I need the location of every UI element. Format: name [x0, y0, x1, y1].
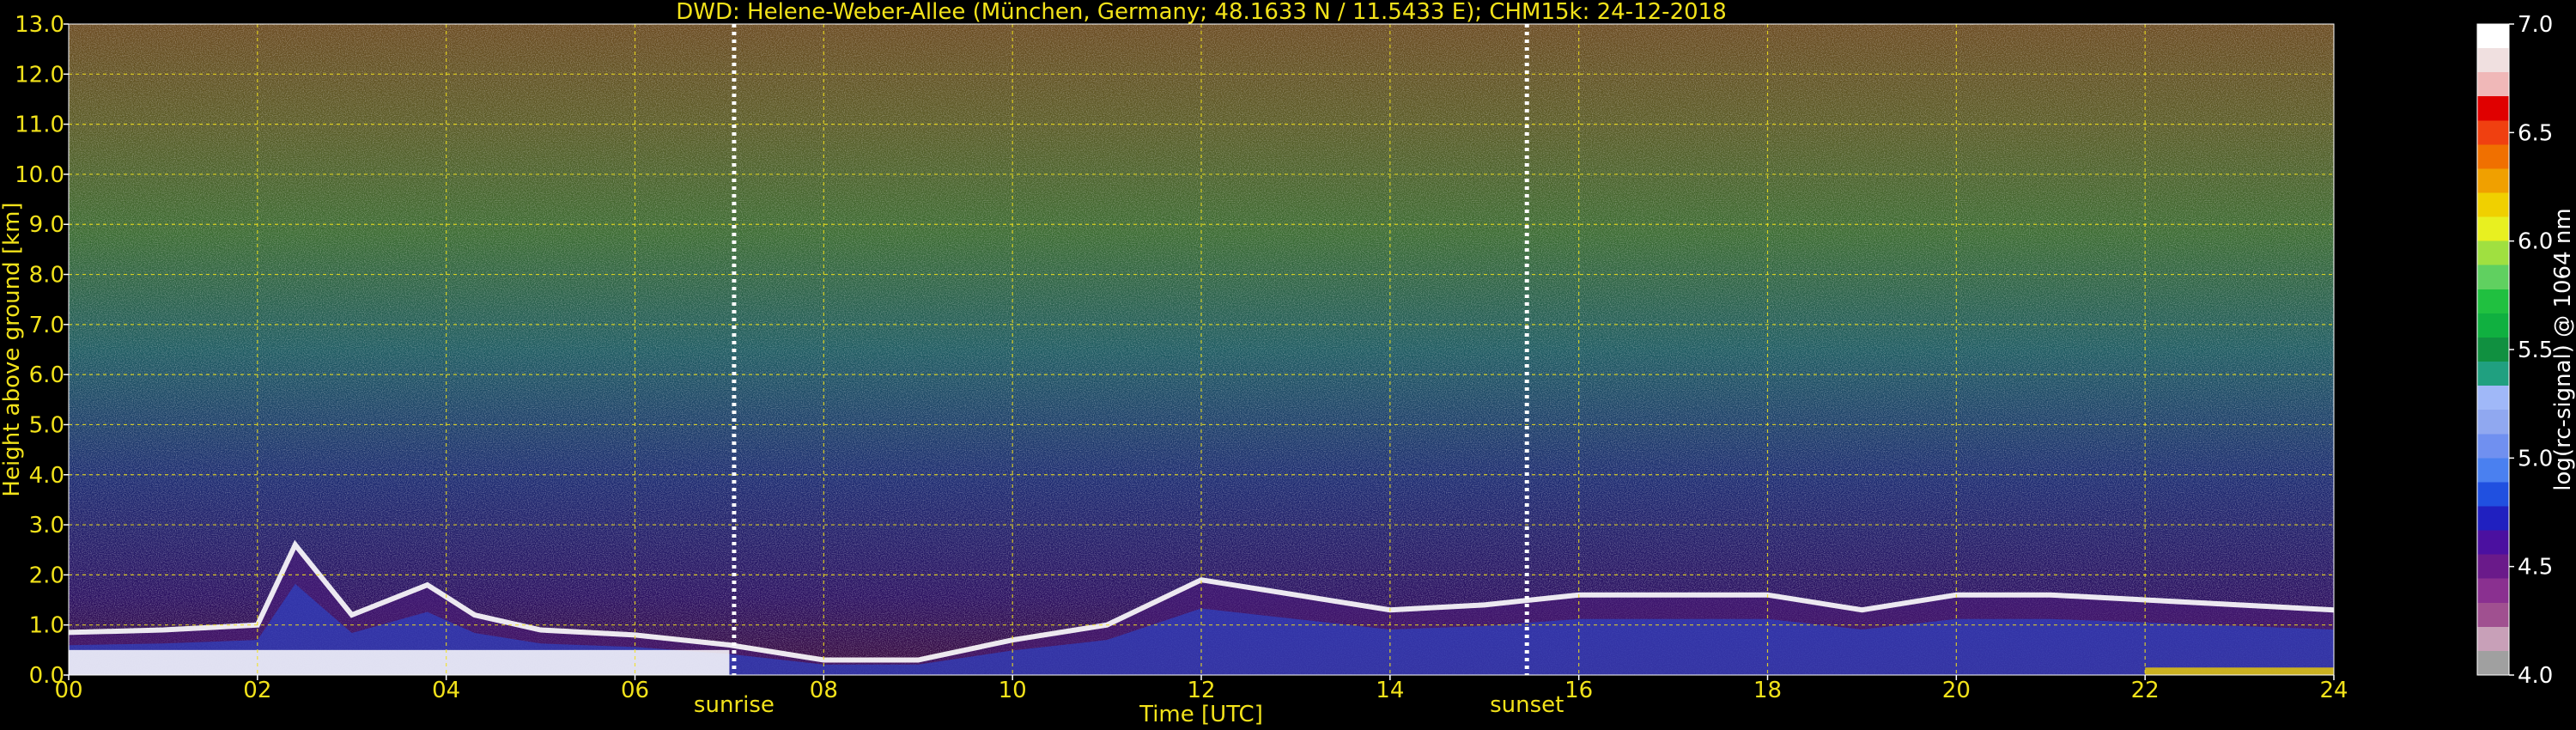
colorbar-tick-labels: 4.0 4.5 5.0 5.5 6.0 6.5 7.0: [2509, 12, 2553, 689]
y-tick-label: 4.0: [29, 463, 64, 489]
sunset-label: sunset: [1490, 692, 1564, 718]
x-tick-label: 08: [810, 678, 838, 703]
ceilometer-chart: 00 02 04 06 08 10 12 14 16 18 20 22 24 0.01.02.03.04…: [0, 0, 2576, 727]
y-tick-label: 12.0: [15, 62, 64, 88]
colorbar-tick-label: 6.0: [2518, 229, 2553, 255]
colorbar-tick-label: 7.0: [2518, 12, 2553, 38]
x-tick-label: 14: [1376, 678, 1404, 703]
x-tick-label: 22: [2131, 678, 2160, 703]
y-tick-label: 11.0: [15, 113, 64, 138]
y-tick-label: 8.0: [29, 263, 64, 289]
x-tick-label: 24: [2319, 678, 2348, 703]
colorbar-tick-label: 5.0: [2518, 446, 2553, 471]
morning-fog-layer: [69, 649, 730, 675]
x-tick-label: 16: [1564, 678, 1593, 703]
colorbar-tick-label: 4.5: [2518, 555, 2553, 581]
chart-title: DWD: Helene-Weber-Allee (München, German…: [676, 0, 1727, 25]
colorbar-tick-label: 4.0: [2518, 663, 2553, 689]
x-tick-label: 02: [243, 678, 271, 703]
x-tick-label: 04: [432, 678, 460, 703]
surface-layer: [2145, 667, 2334, 675]
sunrise-label: sunrise: [694, 692, 775, 718]
x-axis-label: Time [UTC]: [1139, 702, 1263, 727]
plot-area: [68, 23, 2335, 676]
y-tick-label: 10.0: [15, 162, 64, 188]
x-tick-label: 06: [621, 678, 649, 703]
y-tick-label: 9.0: [29, 212, 64, 238]
colorbar-tick-label: 6.5: [2518, 120, 2553, 146]
x-tick-labels: 00 02 04 06 08 10 12 14 16 18 20 22 24: [54, 675, 2348, 703]
colorbar-label: log(rc-signal) @ 1064 nm: [2550, 208, 2576, 490]
y-tick-label: 1.0: [29, 613, 64, 639]
x-tick-label: 12: [1187, 678, 1215, 703]
y-tick-label: 6.0: [29, 362, 64, 388]
colorbar: 4.0 4.5 5.0 5.5 6.0 6.5 7.0 log(rc-signal) @ 1…: [2476, 12, 2576, 689]
y-tick-label: 5.0: [29, 412, 64, 438]
x-tick-label: 10: [999, 678, 1027, 703]
y-tick-label: 2.0: [29, 563, 64, 588]
y-axis-label: Height above ground [km]: [0, 202, 25, 496]
colorbar-scale: [2476, 23, 2510, 676]
y-tick-label: 0.0: [29, 663, 64, 689]
x-tick-label: 18: [1753, 678, 1782, 703]
x-tick-label: 20: [1942, 678, 1971, 703]
colorbar-tick-label: 5.5: [2518, 338, 2553, 363]
y-tick-label: 7.0: [29, 313, 64, 338]
y-tick-label: 13.0: [15, 12, 64, 38]
y-tick-label: 3.0: [29, 513, 64, 538]
